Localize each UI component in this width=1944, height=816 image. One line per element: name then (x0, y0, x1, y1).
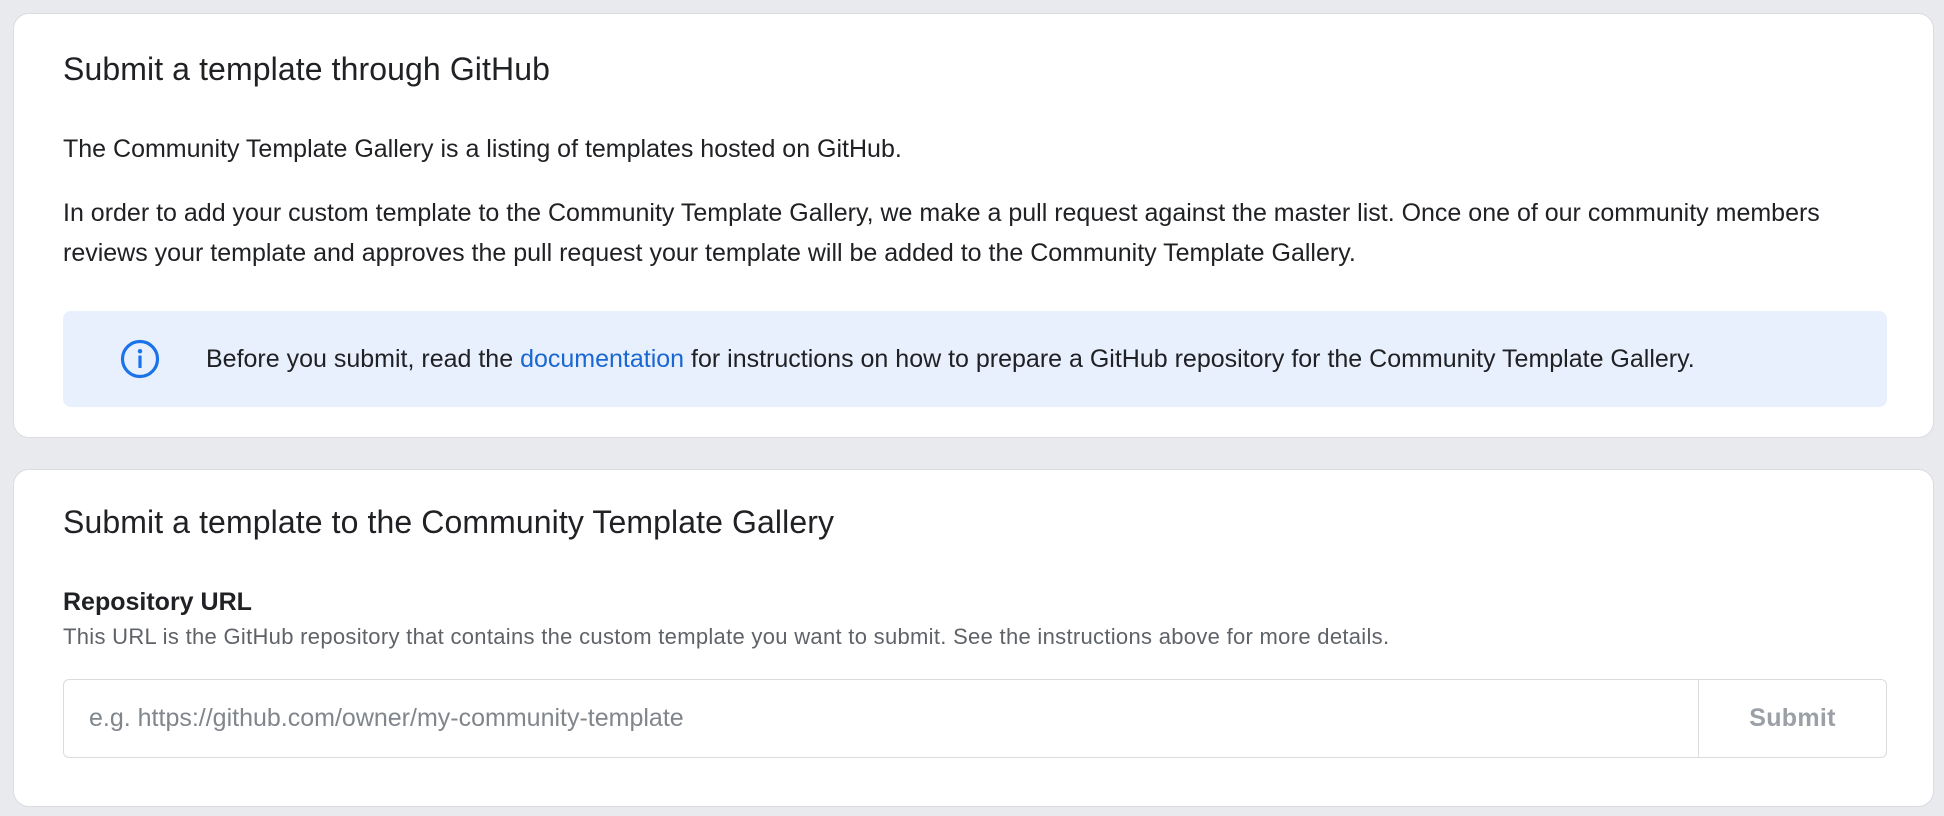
card-title-submit: Submit a template to the Community Templ… (63, 504, 835, 540)
repository-url-input[interactable] (64, 680, 1698, 757)
info-text-before: Before you submit, read the (206, 345, 521, 373)
info-icon (119, 338, 161, 380)
info-banner: Before you submit, read the documentatio… (63, 311, 1887, 407)
github-info-card: Submit a template through GitHub The Com… (13, 13, 1934, 438)
repository-url-label: Repository URL (63, 588, 252, 616)
documentation-link[interactable]: documentation (520, 345, 684, 373)
info-text-after: for instructions on how to prepare a Git… (684, 345, 1695, 373)
submission-process-description: In order to add your custom template to … (63, 199, 1820, 267)
card-title-github: Submit a template through GitHub (63, 51, 551, 87)
gallery-description: The Community Template Gallery is a list… (63, 135, 902, 163)
submit-button[interactable]: Submit (1698, 680, 1886, 757)
repository-url-help-text: This URL is the GitHub repository that c… (63, 624, 1390, 649)
info-banner-text: Before you submit, read the documentatio… (206, 339, 1695, 379)
submit-template-card: Submit a template to the Community Templ… (13, 469, 1934, 807)
repository-url-input-group: Submit (63, 679, 1887, 758)
